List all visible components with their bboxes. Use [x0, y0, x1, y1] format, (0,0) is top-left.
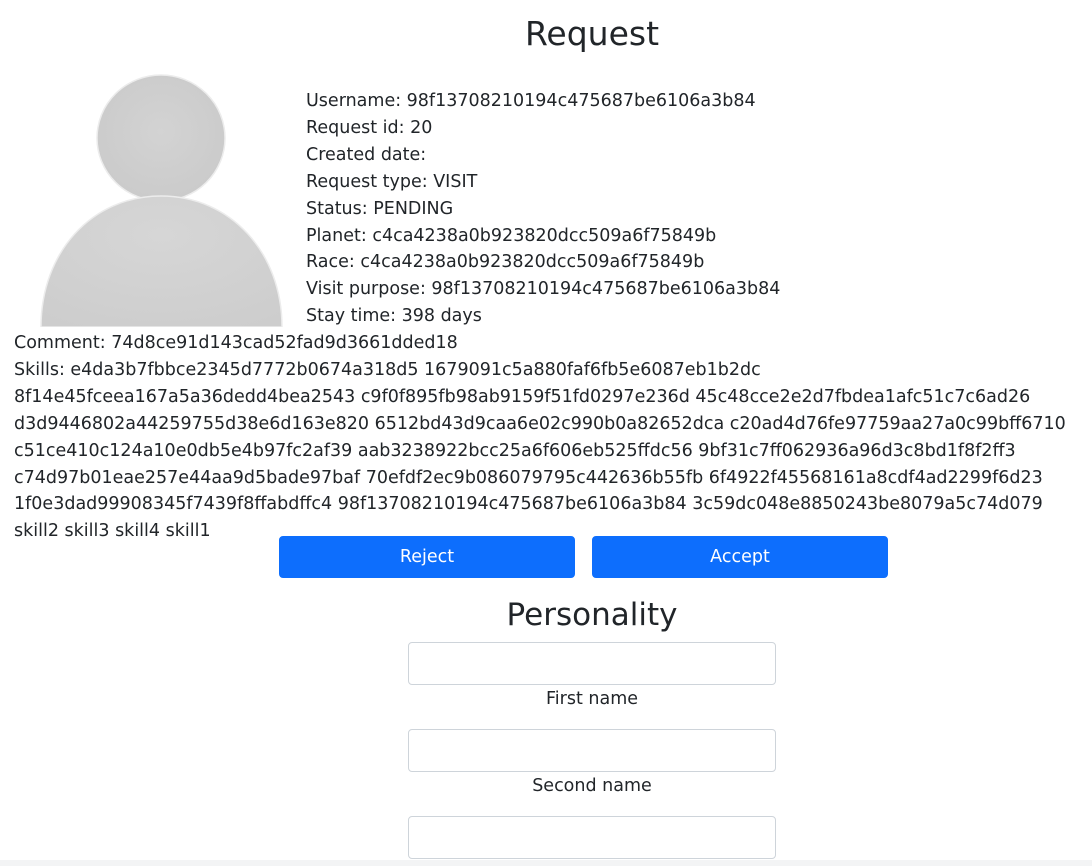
accept-button[interactable]: Accept: [592, 536, 888, 578]
request-id-text: Request id: 20: [306, 117, 433, 138]
race-text: Race: c4ca4238a0b923820dcc509a6f75849b: [306, 252, 705, 273]
created-date-text: Created date:: [306, 144, 427, 165]
page-title: Request: [524, 14, 660, 53]
second-name-label: Second name: [532, 776, 652, 796]
first-name-input[interactable]: [408, 642, 776, 685]
user-placeholder-icon: [40, 74, 283, 327]
personality-title: Personality: [506, 597, 678, 633]
username-text: Username: 98f13708210194c475687be6106a3b…: [306, 91, 756, 111]
planet-text: Planet: c4ca4238a0b923820dcc509a6f75849b: [306, 225, 717, 246]
stay-time-text: Stay time: 398 days: [306, 306, 482, 327]
visit-purpose-text: Visit purpose: 98f13708210194c475687be61…: [306, 279, 781, 300]
bottom-divider: [0, 860, 1092, 866]
second-name-input[interactable]: [408, 729, 776, 772]
reject-button[interactable]: Reject: [279, 536, 575, 578]
comment-text: Comment: 74d8ce91d143cad52fad9d3661dded1…: [14, 333, 458, 353]
first-name-label: First name: [545, 689, 639, 709]
status-text: Status: PENDING: [306, 198, 454, 219]
skills-text: Skills: e4da3b7fbbce2345d7772b0674a318d5…: [14, 359, 1066, 542]
third-name-input[interactable]: [408, 816, 776, 859]
request-type-text: Request type: VISIT: [306, 171, 478, 192]
request-extra-details: Comment: 74d8ce91d143cad52fad9d3661dded1…: [14, 330, 1078, 545]
request-details: Username: 98f13708210194c475687be6106a3b…: [306, 88, 780, 330]
